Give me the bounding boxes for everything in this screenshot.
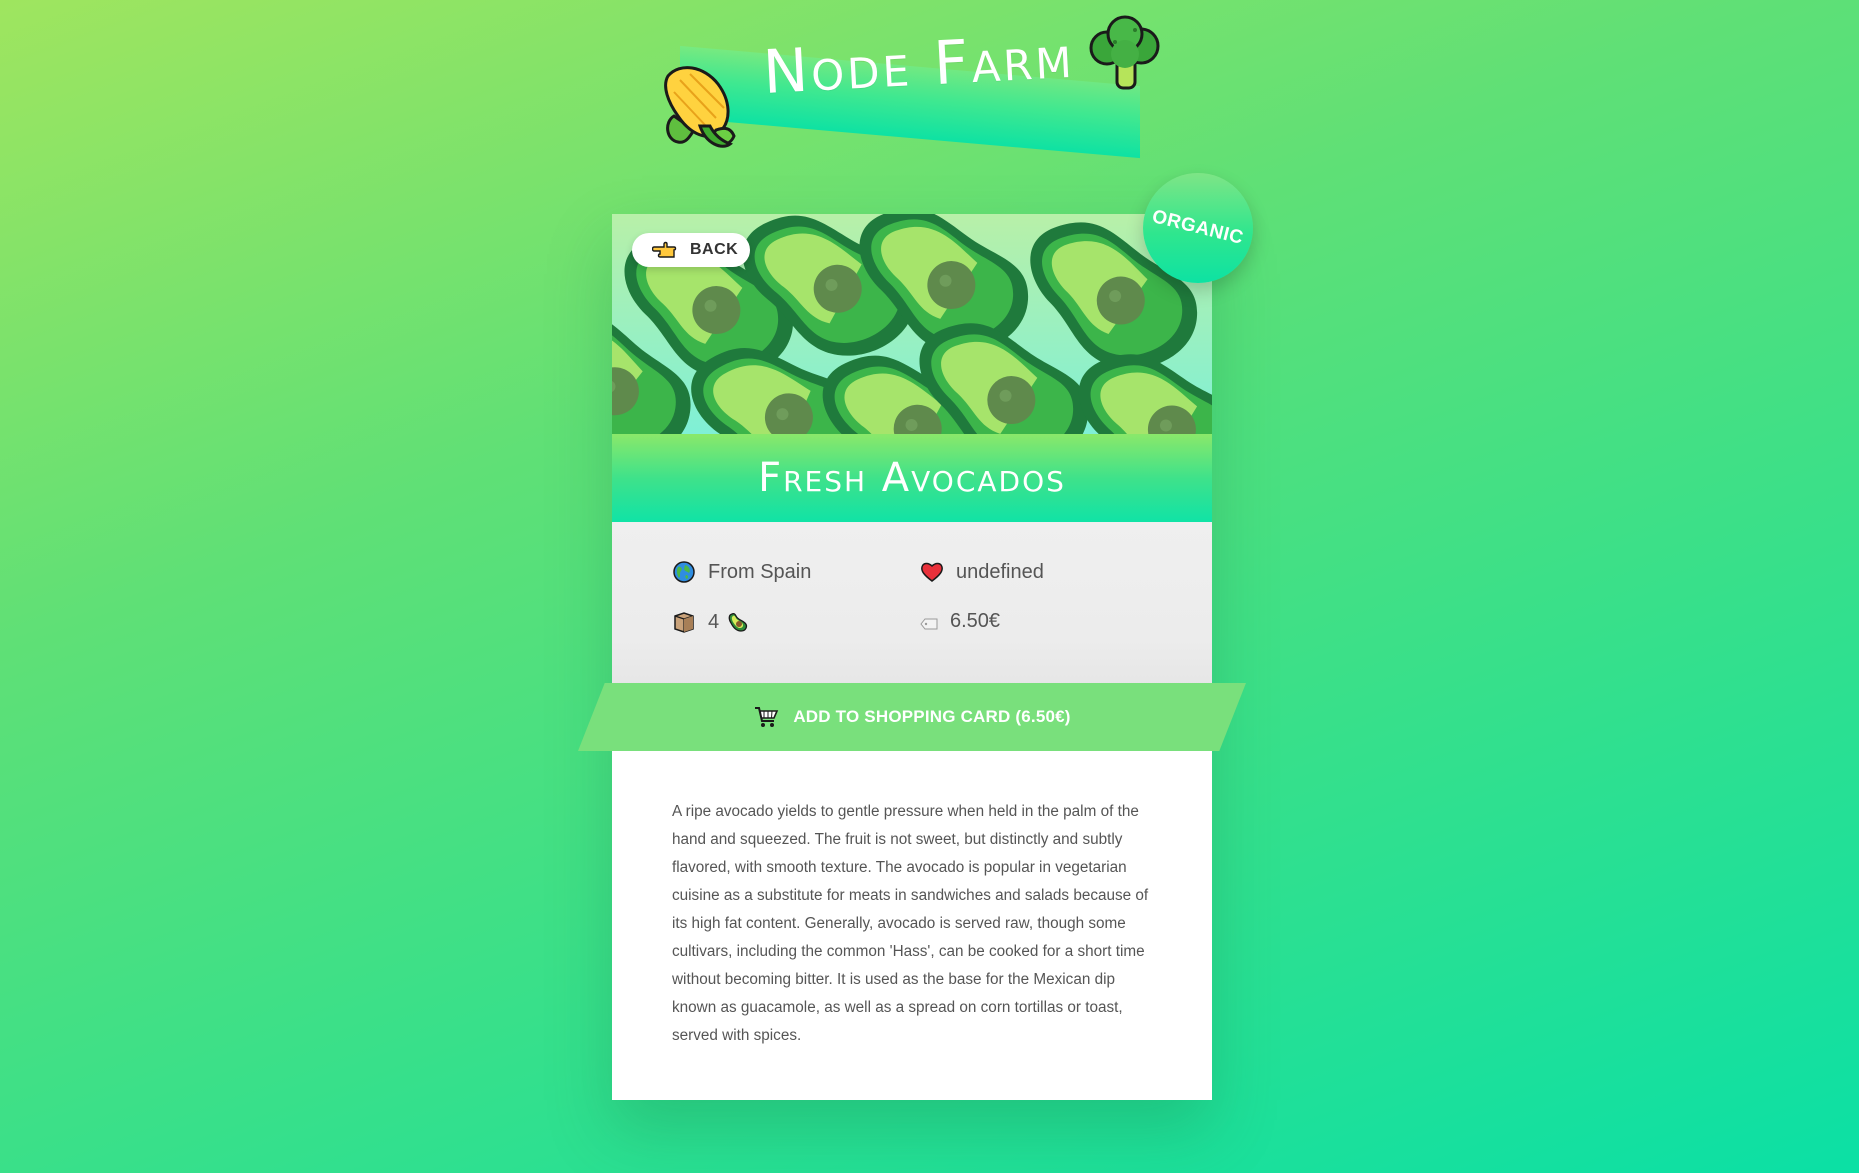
price-tag-icon (920, 618, 938, 629)
box-icon (674, 612, 694, 633)
corn-icon (664, 66, 736, 148)
origin-text: From Spain (708, 560, 812, 583)
price-detail: 6.50€ (920, 610, 1000, 633)
site-header: Node Farm (660, 14, 1180, 159)
product-description: A ripe avocado yields to gentle pressure… (672, 803, 1149, 1044)
broccoli-icon (1089, 15, 1160, 90)
nutrients-detail: undefined (920, 560, 1044, 584)
back-button[interactable]: BACK (632, 233, 750, 267)
quantity-text: 4 (708, 610, 720, 633)
heart-icon (921, 562, 943, 582)
price-text: 6.50€ (950, 610, 1001, 632)
nutrients-text: undefined (956, 560, 1044, 583)
shopping-cart-icon (755, 707, 779, 727)
origin-detail: From Spain (672, 560, 811, 584)
organic-badge: ORGANIC (1143, 173, 1253, 283)
globe-icon (673, 561, 695, 583)
pointing-hand-icon (652, 241, 677, 258)
back-button-label: BACK (690, 241, 739, 258)
add-to-cart-button[interactable]: ADD TO SHOPPING CARD (6.50€) (578, 683, 1246, 751)
add-to-cart-label: ADD TO SHOPPING CARD (6.50€) (793, 707, 1071, 726)
product-title: Fresh Avocados (758, 455, 1066, 501)
avocado-icon (728, 612, 748, 632)
product-details: From Spain undefined 4 6.50€ (612, 522, 1212, 688)
quantity-detail: 4 (672, 610, 749, 634)
organic-badge-label: ORGANIC (1150, 206, 1246, 249)
product-title-bar: Fresh Avocados (612, 434, 1212, 522)
product-card: BACK Fresh Avocados From Spain undefined… (578, 214, 1246, 1100)
